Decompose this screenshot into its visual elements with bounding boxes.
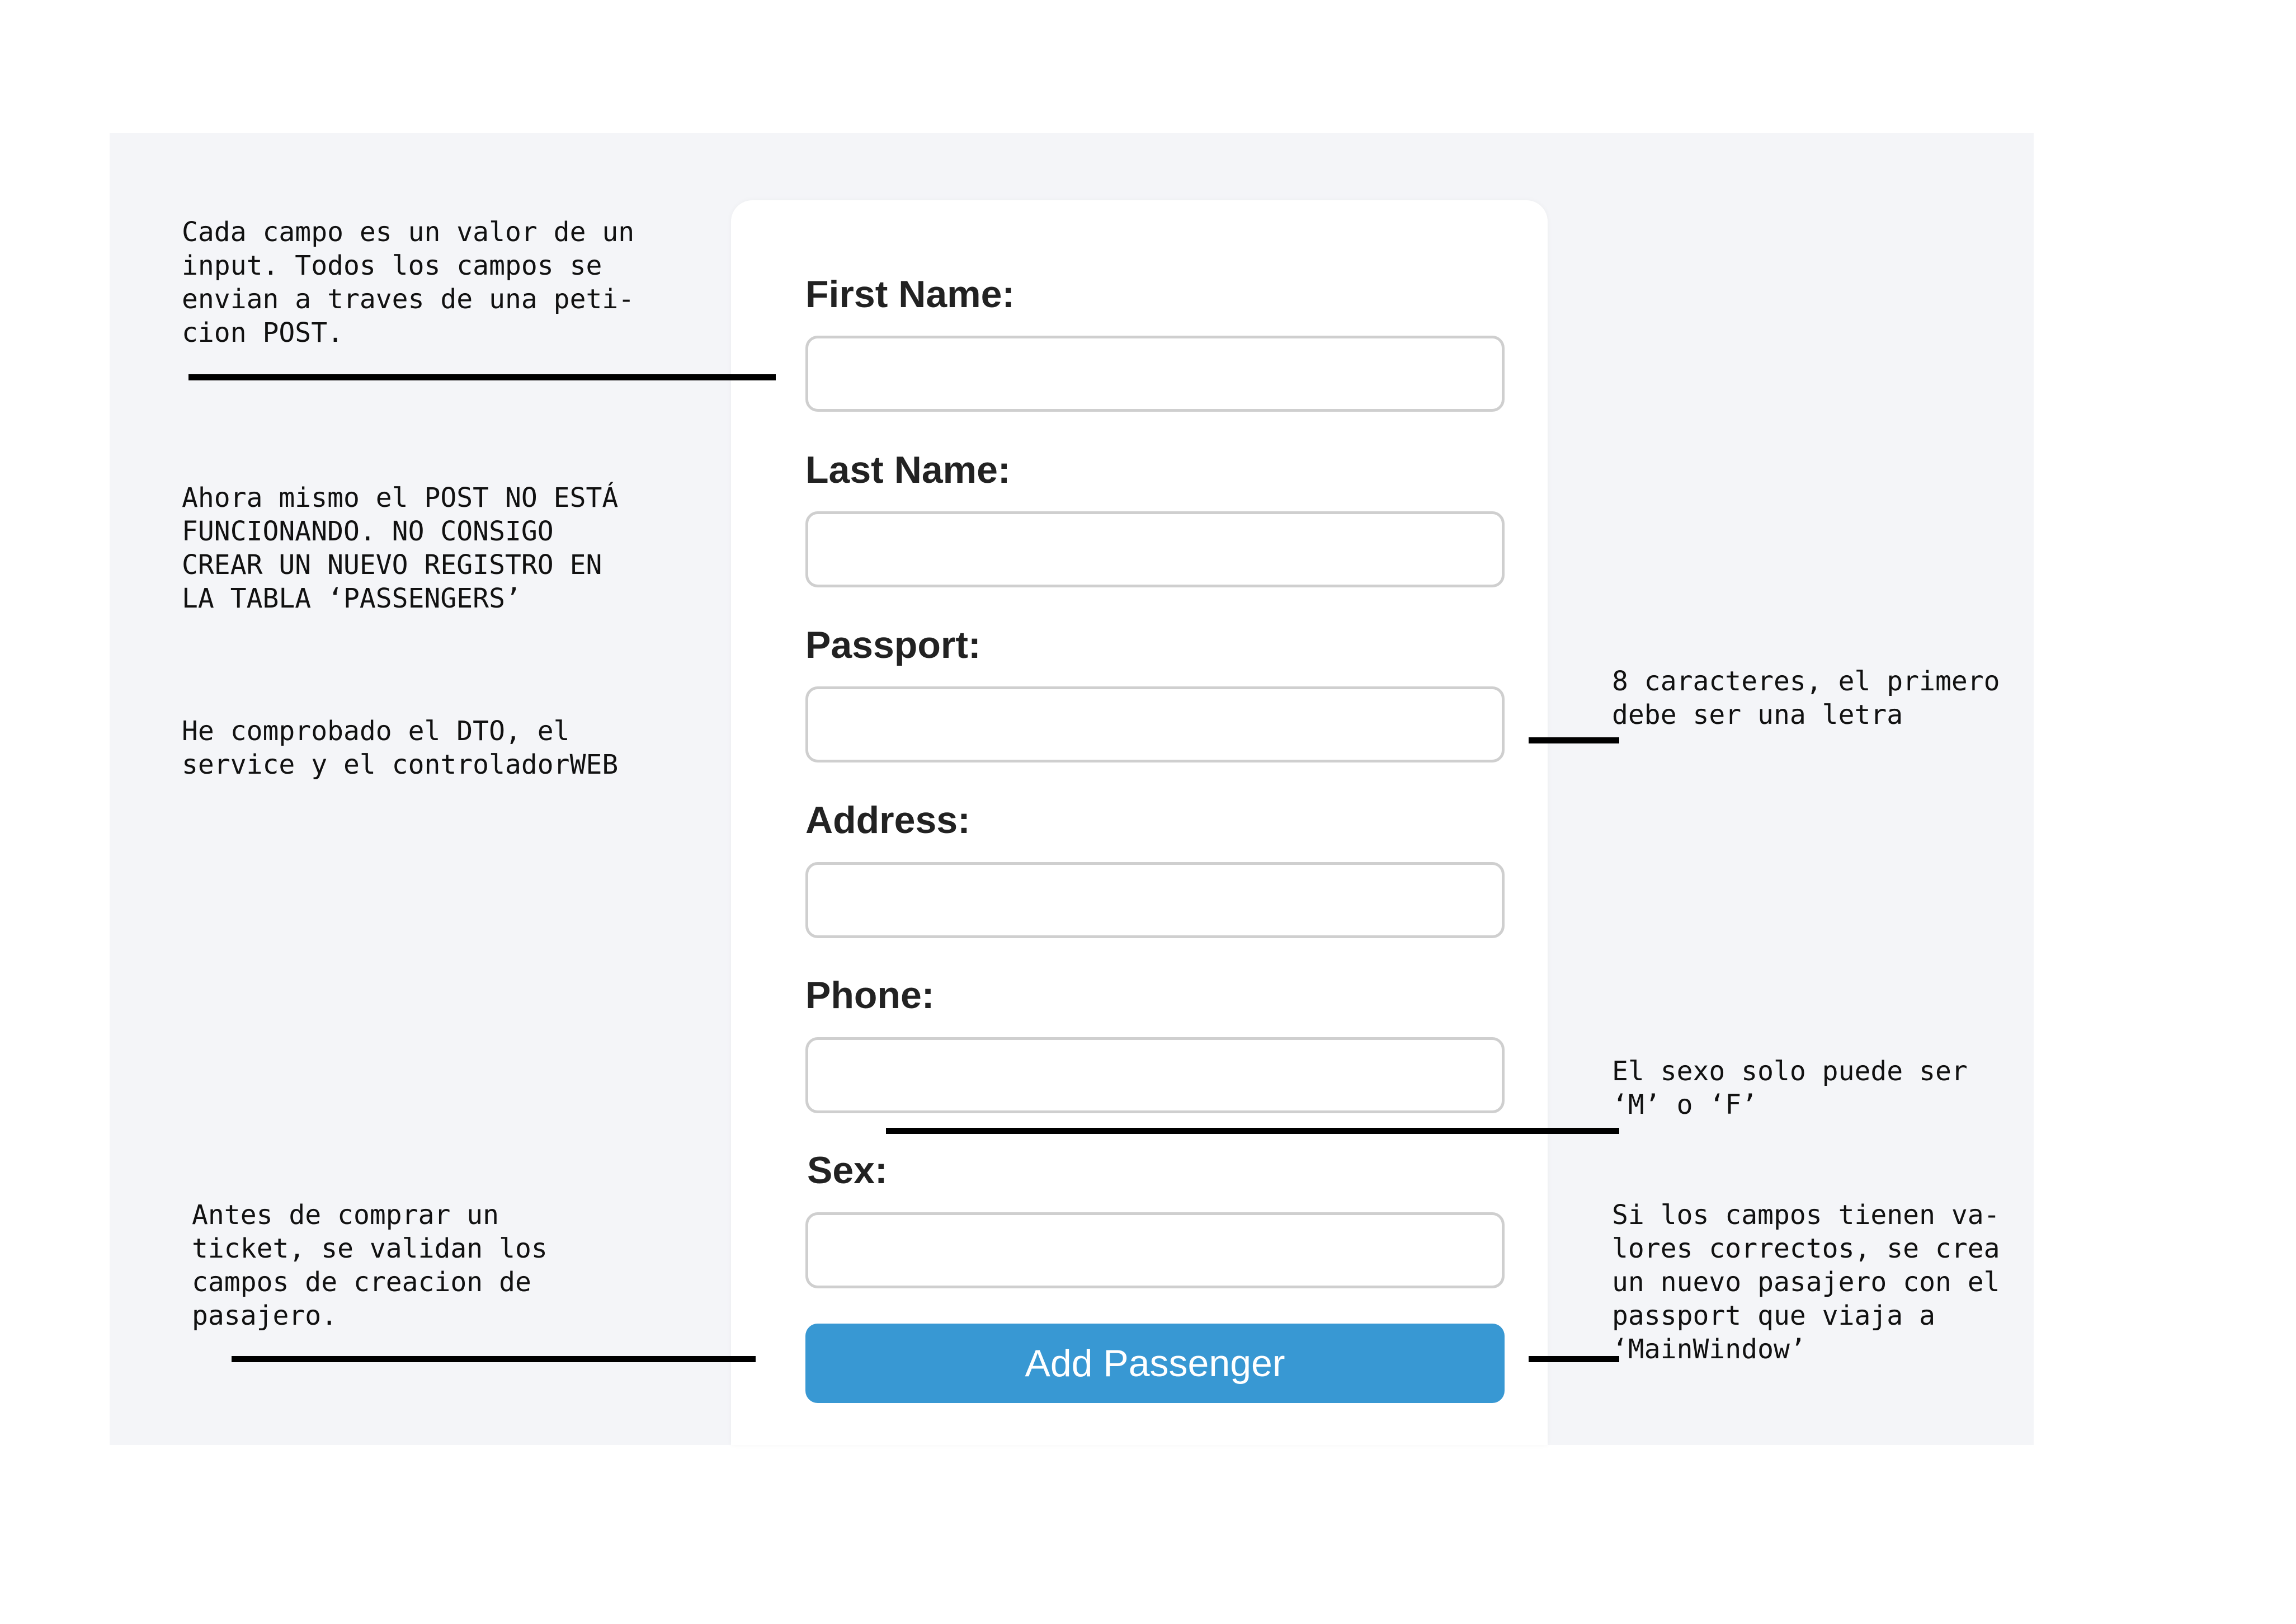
sex-label: Sex: [807,1149,888,1192]
phone-label: Phone: [805,974,935,1016]
last-name-input[interactable] [805,511,1505,587]
first-name-label: First Name: [805,273,1015,316]
address-label: Address: [805,799,970,841]
note-post-not-working: Ahora mismo el POST NO ESTÁ FUNCIONANDO.… [182,482,619,614]
last-name-label: Last Name: [805,449,1011,491]
phone-input[interactable] [805,1037,1505,1113]
connector-line-validation [232,1356,756,1362]
connector-line-result [1529,1356,1619,1362]
connector-line-passport [1529,737,1619,743]
passport-input[interactable] [805,686,1505,762]
connector-line-sex [886,1128,1619,1134]
connector-line-fields [188,374,776,380]
passport-label: Passport: [805,624,981,666]
sex-input[interactable] [805,1212,1505,1288]
note-result: Si los campos tienen va- lores correctos… [1612,1199,2000,1365]
note-fields-post: Cada campo es un valor de un input. Todo… [182,216,635,349]
address-input[interactable] [805,862,1505,938]
note-validation: Antes de comprar un ticket, se validan l… [192,1199,548,1331]
note-passport-rule: 8 caracteres, el primero debe ser una le… [1612,666,2000,731]
note-sex-rule: El sexo solo puede ser ‘M’ o ‘F’ [1612,1056,1968,1121]
add-passenger-button[interactable]: Add Passenger [805,1324,1505,1403]
first-name-input[interactable] [805,336,1505,412]
note-checked: He comprobado el DTO, el service y el co… [182,715,619,780]
